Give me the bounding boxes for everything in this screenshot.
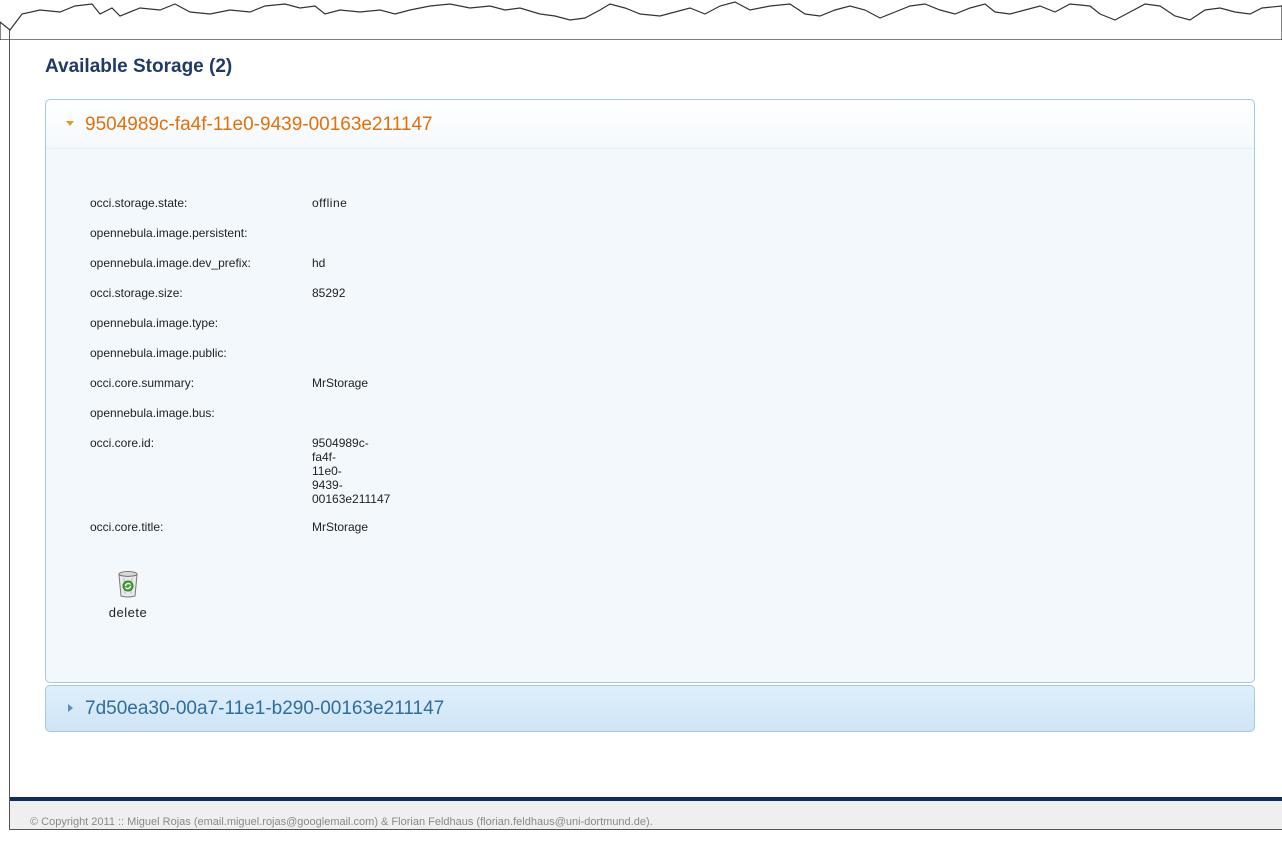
storage-id-title-2: 7d50ea30-00a7-11e1-b290-00163e211147 <box>85 698 445 719</box>
property-key: occi.storage.state: <box>90 196 188 210</box>
property-key: occi.core.id: <box>90 436 155 450</box>
property-key: opennebula.image.type: <box>90 316 219 330</box>
property-value-line: 9439- <box>312 478 343 492</box>
screenshot-canvas: Available Storage (2) 9504989c-fa4f-11e0… <box>0 0 1282 844</box>
delete-label: delete <box>108 605 148 620</box>
footer: © Copyright 2011 :: Miguel Rojas (email.… <box>10 801 1282 829</box>
property-value-line: fa4f- <box>312 450 337 464</box>
property-key: occi.storage.size: <box>90 286 183 300</box>
copyright-text: © Copyright 2011 :: Miguel Rojas (email.… <box>30 816 653 828</box>
storage-panel-expanded: 9504989c-fa4f-11e0-9439-00163e211147 occ… <box>45 99 1255 683</box>
delete-button[interactable]: delete <box>98 570 158 620</box>
property-value: 9504989c-fa4f- 11e0- 9439- 00163e211147 <box>312 436 412 506</box>
triangle-right-icon <box>68 704 73 712</box>
property-key: opennebula.image.dev_prefix: <box>90 256 251 270</box>
property-key: opennebula.image.public: <box>90 346 227 360</box>
page-title: Available Storage (2) <box>45 56 233 77</box>
property-value: hd <box>312 256 326 270</box>
property-key: occi.core.title: <box>90 520 164 534</box>
trash-icon <box>118 571 138 598</box>
storage-id-title-1: 9504989c-fa4f-11e0-9439-00163e211147 <box>85 114 433 135</box>
property-key: occi.core.summary: <box>90 376 195 390</box>
property-value-line: 11e0- <box>312 464 342 478</box>
property-value-line: 00163e211147 <box>312 492 391 506</box>
property-key: opennebula.image.persistent: <box>90 226 248 240</box>
storage-header-2[interactable]: 7d50ea30-00a7-11e1-b290-00163e211147 <box>45 685 1255 732</box>
property-value: MrStorage <box>312 376 369 390</box>
triangle-down-icon <box>66 121 74 126</box>
property-value-line: 9504989c- <box>312 436 369 450</box>
property-value: 85292 <box>312 286 346 300</box>
storage-header-1[interactable]: 9504989c-fa4f-11e0-9439-00163e211147 <box>46 100 1254 149</box>
property-value: MrStorage <box>312 520 369 534</box>
property-value: offline <box>312 196 348 210</box>
property-key: opennebula.image.bus: <box>90 406 215 420</box>
